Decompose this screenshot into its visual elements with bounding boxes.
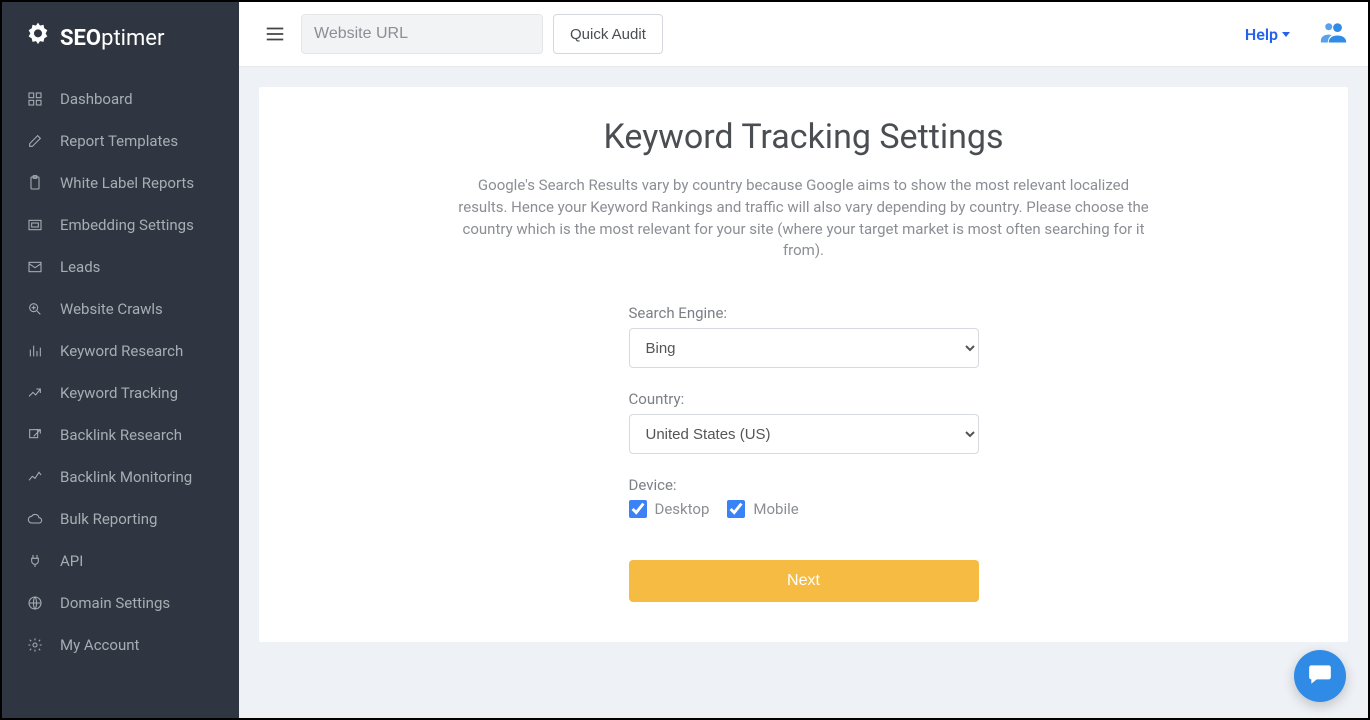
menu-toggle-icon[interactable] <box>259 18 291 50</box>
grid-icon <box>26 90 44 108</box>
search-engine-label: Search Engine: <box>629 304 979 322</box>
country-select[interactable]: United States (US) <box>629 414 979 454</box>
external-link-icon <box>26 426 44 444</box>
sidebar-item-label: Keyword Tracking <box>60 384 178 402</box>
mobile-checkbox[interactable] <box>727 500 745 518</box>
sidebar-item-leads[interactable]: Leads <box>2 246 239 288</box>
next-button[interactable]: Next <box>629 560 979 602</box>
gear-icon <box>26 636 44 654</box>
settings-form: Search Engine: Bing Country: United Stat… <box>629 304 979 602</box>
sidebar-item-label: Bulk Reporting <box>60 510 157 528</box>
chat-icon <box>1307 661 1333 691</box>
sidebar-item-label: Embedding Settings <box>60 216 194 234</box>
sidebar-item-label: Backlink Research <box>60 426 182 444</box>
brand-name: SEOptimer <box>60 26 164 51</box>
mobile-label: Mobile <box>753 500 798 518</box>
sidebar-item-backlink-research[interactable]: Backlink Research <box>2 414 239 456</box>
sidebar-item-label: Website Crawls <box>60 300 163 318</box>
embed-icon <box>26 216 44 234</box>
desktop-label: Desktop <box>655 500 710 518</box>
sidebar-item-label: Dashboard <box>60 90 133 108</box>
caret-down-icon <box>1282 32 1290 37</box>
sidebar-item-label: Domain Settings <box>60 594 170 612</box>
sidebar-item-white-label[interactable]: White Label Reports <box>2 162 239 204</box>
sidebar: SEOptimer Dashboard Report Templates Whi… <box>2 2 239 718</box>
sidebar-item-label: My Account <box>60 636 139 654</box>
sidebar-item-backlink-monitoring[interactable]: Backlink Monitoring <box>2 456 239 498</box>
search-plus-icon <box>26 300 44 318</box>
help-dropdown[interactable]: Help <box>1245 25 1290 44</box>
sidebar-item-label: Keyword Research <box>60 342 183 360</box>
sidebar-item-report-templates[interactable]: Report Templates <box>2 120 239 162</box>
sidebar-item-api[interactable]: API <box>2 540 239 582</box>
page-description: Google's Search Results vary by country … <box>454 175 1154 262</box>
main-area: Quick Audit Help Keyword Tracking Settin… <box>239 2 1368 718</box>
chat-widget[interactable] <box>1294 650 1346 702</box>
sidebar-item-embedding[interactable]: Embedding Settings <box>2 204 239 246</box>
bar-chart-icon <box>26 342 44 360</box>
device-mobile-option[interactable]: Mobile <box>727 500 798 518</box>
sidebar-item-crawls[interactable]: Website Crawls <box>2 288 239 330</box>
sidebar-item-keyword-tracking[interactable]: Keyword Tracking <box>2 372 239 414</box>
settings-card: Keyword Tracking Settings Google's Searc… <box>259 87 1348 642</box>
sidebar-item-label: API <box>60 552 83 570</box>
topbar: Quick Audit Help <box>239 2 1368 67</box>
sidebar-item-label: White Label Reports <box>60 174 194 192</box>
device-label: Device: <box>629 476 979 494</box>
sidebar-item-label: Report Templates <box>60 132 178 150</box>
sidebar-item-dashboard[interactable]: Dashboard <box>2 78 239 120</box>
sidebar-item-keyword-research[interactable]: Keyword Research <box>2 330 239 372</box>
sidebar-item-my-account[interactable]: My Account <box>2 624 239 666</box>
plug-icon <box>26 552 44 570</box>
sidebar-item-domain-settings[interactable]: Domain Settings <box>2 582 239 624</box>
website-url-input[interactable] <box>301 14 543 54</box>
country-label: Country: <box>629 390 979 408</box>
brand-logo[interactable]: SEOptimer <box>2 2 239 78</box>
sidebar-item-bulk-reporting[interactable]: Bulk Reporting <box>2 498 239 540</box>
help-label: Help <box>1245 25 1278 44</box>
trend-icon <box>26 468 44 486</box>
desktop-checkbox[interactable] <box>629 500 647 518</box>
users-icon[interactable] <box>1320 20 1348 48</box>
page-title: Keyword Tracking Settings <box>309 117 1298 157</box>
sidebar-item-label: Backlink Monitoring <box>60 468 192 486</box>
quick-audit-button[interactable]: Quick Audit <box>553 14 663 54</box>
line-up-icon <box>26 384 44 402</box>
mail-icon <box>26 258 44 276</box>
cloud-icon <box>26 510 44 528</box>
edit-icon <box>26 132 44 150</box>
clipboard-icon <box>26 174 44 192</box>
search-engine-select[interactable]: Bing <box>629 328 979 368</box>
brand-gear-icon <box>22 20 54 56</box>
device-desktop-option[interactable]: Desktop <box>629 500 710 518</box>
sidebar-item-label: Leads <box>60 258 100 276</box>
content: Keyword Tracking Settings Google's Searc… <box>239 67 1368 718</box>
globe-icon <box>26 594 44 612</box>
sidebar-nav: Dashboard Report Templates White Label R… <box>2 78 239 666</box>
